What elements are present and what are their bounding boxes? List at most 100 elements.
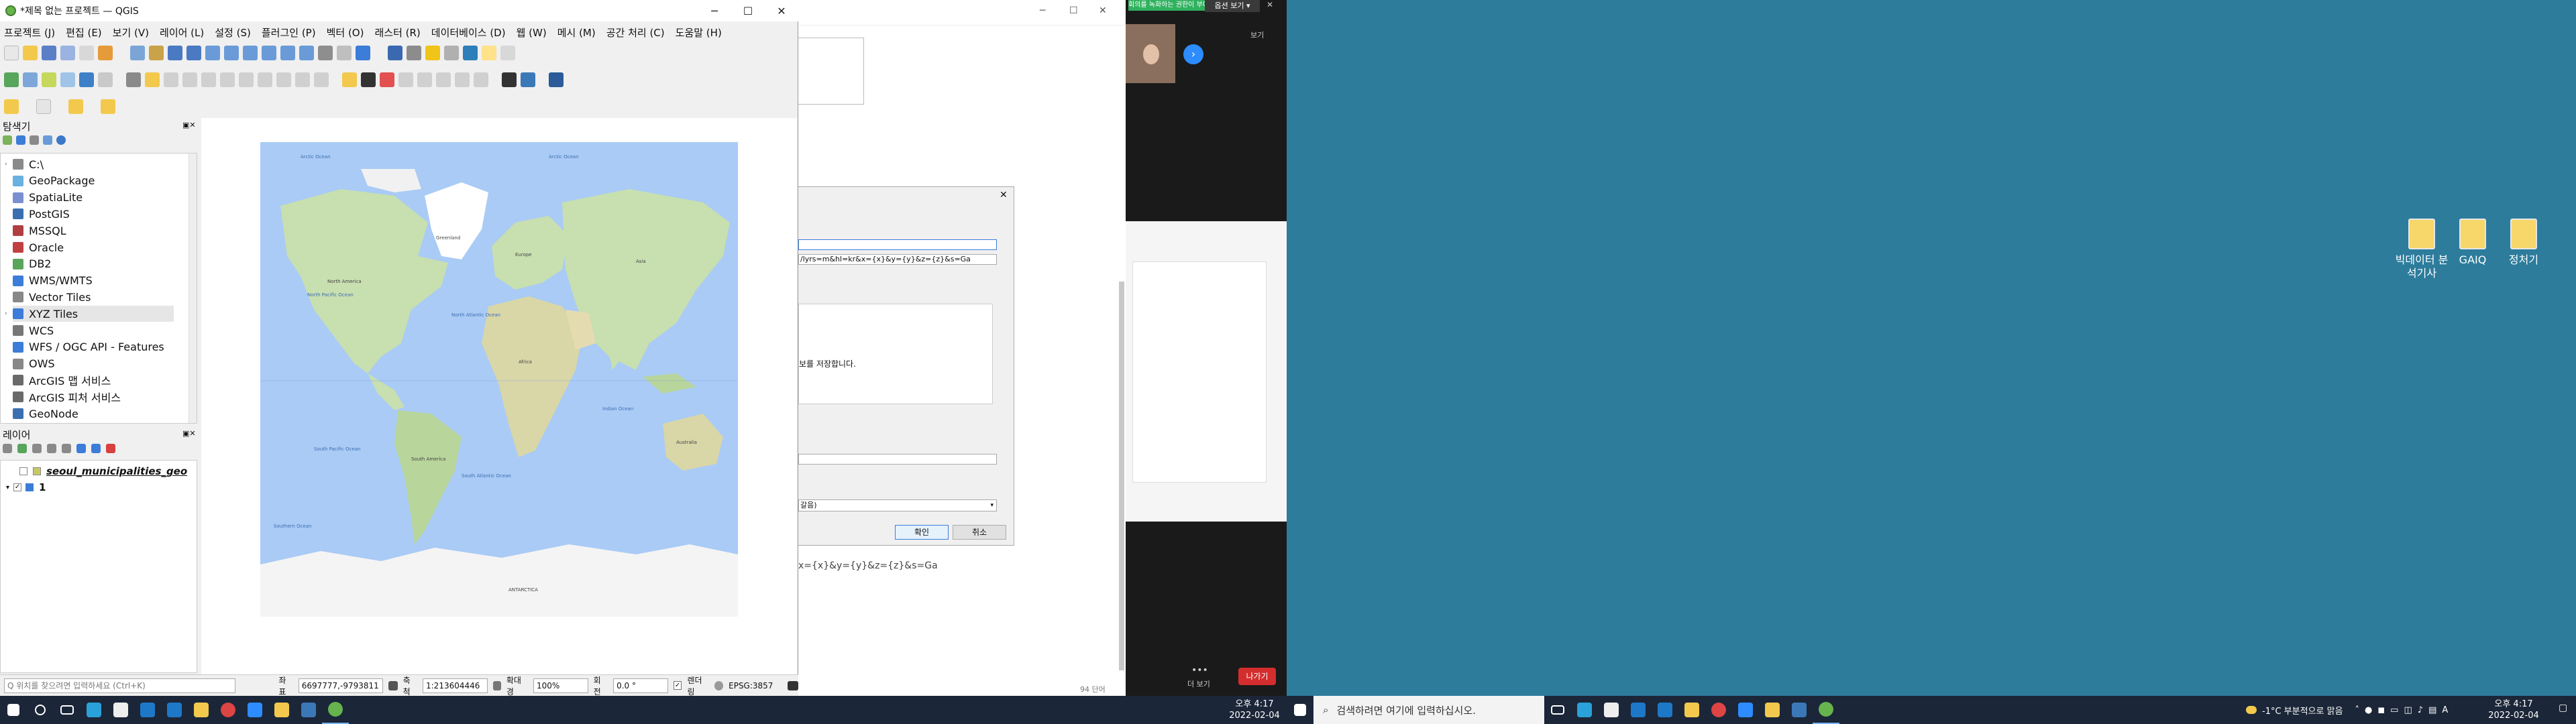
browser-item[interactable]: › XYZ Tiles — [5, 306, 174, 322]
label-tool-icon[interactable] — [342, 72, 357, 87]
render-checkbox[interactable]: ✓ — [673, 681, 682, 690]
rotate-label-icon[interactable] — [417, 72, 432, 87]
start-button-right[interactable] — [1287, 696, 1313, 724]
layers-float-icon[interactable]: ▣✕ — [182, 429, 196, 438]
taskbar-r-explorer[interactable] — [1678, 696, 1705, 724]
layout-manager-icon[interactable] — [98, 46, 113, 60]
browser-item[interactable]: WFS / OGC API - Features — [13, 339, 164, 355]
temporal-controller-icon[interactable] — [337, 46, 352, 60]
browser-item[interactable]: GeoPackage — [13, 173, 95, 189]
undo-icon[interactable] — [295, 72, 310, 87]
referer-input[interactable] — [798, 454, 997, 465]
pan-to-selection-icon[interactable] — [149, 46, 164, 60]
menu-item[interactable]: 벡터 (O) — [327, 25, 364, 40]
filter-legend-icon[interactable] — [47, 444, 56, 453]
map-canvas[interactable]: North Pacific Ocean North Atlantic Ocean… — [201, 118, 797, 674]
browser-item[interactable]: WMS/WMTS — [13, 273, 93, 289]
paste-features-icon[interactable] — [276, 72, 291, 87]
zoom-selection-icon[interactable] — [224, 46, 239, 60]
select-by-value-icon[interactable] — [68, 99, 83, 114]
messages-icon[interactable] — [788, 680, 798, 690]
save-project-icon[interactable] — [42, 46, 56, 60]
dialog-close-icon[interactable]: ✕ — [1000, 190, 1008, 200]
scale-field[interactable]: 1:213604446 — [423, 678, 488, 693]
menu-item[interactable]: 플러그인 (P) — [262, 25, 316, 40]
save-edits-icon[interactable] — [164, 72, 178, 87]
browser-item[interactable]: › C:\ — [5, 156, 44, 172]
menu-item[interactable]: 보기 (V) — [113, 25, 149, 40]
python-icon[interactable] — [521, 72, 535, 87]
crs-label[interactable]: EPSG:3857 — [729, 681, 773, 690]
cut-features-icon[interactable] — [239, 72, 254, 87]
taskbar-r-chrome[interactable] — [1705, 696, 1732, 724]
new-temporary-layer-icon[interactable] — [79, 72, 94, 87]
coord-field[interactable]: 6697777,-9793811 — [298, 678, 384, 693]
zoom-next-icon[interactable] — [299, 46, 314, 60]
ok-button[interactable]: 확인 — [895, 525, 949, 540]
move-diagram-icon[interactable] — [474, 72, 488, 87]
name-input[interactable] — [798, 239, 997, 250]
notification-icon[interactable]: ▢ — [2559, 703, 2567, 713]
taskbar-r-files[interactable] — [1759, 696, 1786, 724]
bg-minimize-icon[interactable]: ─ — [1040, 5, 1045, 16]
left-clock[interactable]: 오후 4:17 2022-02-04 — [1228, 699, 1281, 721]
taskbar-r-python[interactable] — [1786, 696, 1813, 724]
refresh-icon[interactable] — [356, 46, 370, 60]
toggle-extents-icon[interactable] — [388, 680, 398, 690]
redo-icon[interactable] — [314, 72, 329, 87]
taskbar-r-vscode-2[interactable] — [1652, 696, 1678, 724]
browser-item[interactable]: WCS — [13, 322, 54, 339]
menu-item[interactable]: 프로젝트 (J) — [4, 25, 55, 40]
microphone-icon[interactable]: ● — [2365, 705, 2372, 715]
zoom-out-icon[interactable] — [186, 46, 201, 60]
bg-scrollbar[interactable] — [1119, 282, 1124, 670]
menu-item[interactable]: 데이터베이스 (D) — [431, 25, 506, 40]
digitize-edit-icon[interactable] — [126, 72, 141, 87]
menu-item[interactable]: 설정 (S) — [215, 25, 251, 40]
tray-chevron-icon[interactable]: ˄ — [2355, 705, 2360, 715]
move-label-icon[interactable] — [398, 72, 413, 87]
right-clock[interactable]: 오후 4:17 2022-02-04 — [2483, 699, 2544, 721]
expand-all-icon[interactable] — [76, 444, 86, 453]
start-button[interactable] — [0, 696, 27, 724]
browser-item[interactable]: ArcGIS 맵 서비스 — [13, 372, 111, 388]
browser-item[interactable]: GeoNode — [13, 406, 78, 422]
taskbar-app-zoom[interactable] — [241, 696, 268, 724]
filter-by-expression-icon[interactable] — [62, 444, 71, 453]
label-highlight-icon[interactable] — [101, 99, 115, 114]
toggle-editing-icon[interactable] — [145, 72, 160, 87]
crs-globe-icon[interactable] — [714, 680, 724, 690]
bg-maximize-icon[interactable]: ☐ — [1069, 5, 1078, 16]
new-spatialite-layer-icon[interactable] — [60, 72, 75, 87]
view-options-button[interactable]: 옵션 보기 ▾ — [1205, 0, 1260, 12]
weather-icon[interactable] — [2246, 706, 2257, 714]
rotation-field[interactable]: 0.0 ° — [613, 678, 668, 693]
browser-item[interactable]: Oracle — [13, 239, 64, 255]
layer-row-xyz[interactable]: ▾ ✓ 1 — [6, 481, 46, 494]
new-geopackage-layer-icon[interactable] — [23, 72, 38, 87]
taskbar-r-zoom[interactable] — [1732, 696, 1759, 724]
language-icon[interactable]: A — [2442, 705, 2448, 715]
layer-visibility-checkbox[interactable] — [19, 467, 28, 475]
participant-video[interactable] — [1126, 24, 1175, 83]
add-group-icon[interactable] — [17, 444, 27, 453]
more-dots-icon[interactable]: ••• — [1191, 665, 1208, 676]
browser-item[interactable]: SpatiaLite — [13, 190, 83, 206]
identify-icon[interactable] — [388, 46, 402, 60]
manage-map-themes-icon[interactable] — [32, 444, 42, 453]
open-project-icon[interactable] — [23, 46, 38, 60]
lock-scale-icon[interactable] — [493, 680, 501, 690]
minimize-button[interactable]: ─ — [698, 0, 731, 21]
zoom-full-icon[interactable] — [205, 46, 220, 60]
zoom-layer-icon[interactable] — [243, 46, 258, 60]
taskbar-app-files[interactable] — [268, 696, 295, 724]
meet-now-icon[interactable]: ◼ — [2377, 705, 2385, 715]
refresh-browser-icon[interactable] — [16, 135, 25, 145]
desktop-icon-jeongcheogi[interactable]: 정처기 — [2497, 219, 2551, 267]
collapse-all-layers-icon[interactable] — [91, 444, 101, 453]
taskbar-app-explorer[interactable] — [188, 696, 215, 724]
task-view-right[interactable] — [1544, 696, 1571, 724]
delete-selected-icon[interactable] — [220, 72, 235, 87]
magnifier-field[interactable]: 100% — [533, 678, 588, 693]
print-layout-icon[interactable] — [79, 46, 94, 60]
